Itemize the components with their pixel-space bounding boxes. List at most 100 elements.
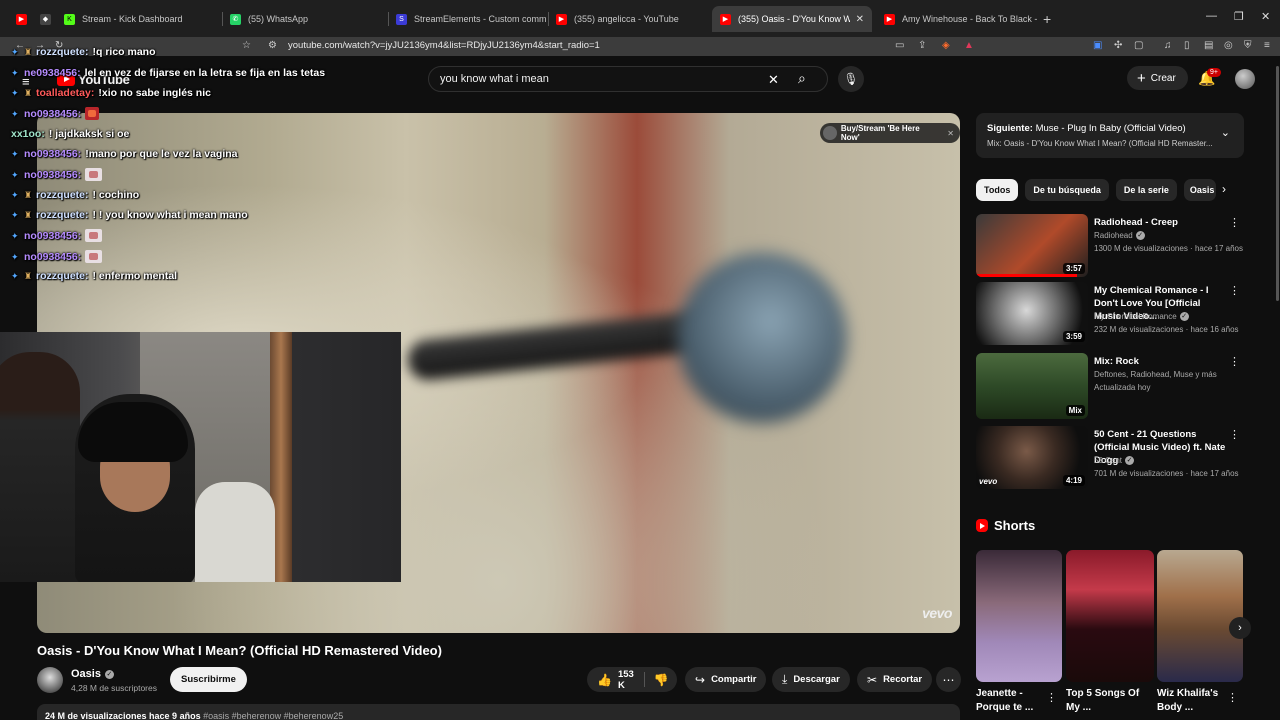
channel-name[interactable]: Oasis xyxy=(71,668,101,680)
user-avatar[interactable] xyxy=(1235,69,1255,89)
chat-username[interactable]: xx1oo: xyxy=(11,128,45,140)
chat-username[interactable]: ne0938456: xyxy=(24,67,81,79)
recommendation-thumbnail[interactable]: Mix xyxy=(976,353,1088,419)
close-overlay-icon[interactable]: ✕ xyxy=(947,129,954,138)
chat-username[interactable]: no0938456: xyxy=(24,169,81,181)
tab-whatsapp[interactable]: ✆ (55) WhatsApp xyxy=(222,6,387,32)
tab-title: Amy Winehouse - Back To Black - YouTube xyxy=(902,14,1038,24)
share-button[interactable]: ↪ Compartir xyxy=(685,667,767,692)
vpn-icon[interactable]: ◎ xyxy=(1224,40,1233,51)
chevron-right-icon[interactable]: › xyxy=(1222,182,1226,196)
brave-shield-icon[interactable]: ◈ xyxy=(942,40,950,51)
description-tags[interactable]: #oasis #beherenow #beherenow25 xyxy=(203,711,343,720)
short-thumbnail[interactable] xyxy=(976,550,1062,682)
download-button[interactable]: ⤓ Descargar xyxy=(772,667,850,692)
create-label: Crear xyxy=(1150,72,1176,84)
more-options-icon[interactable]: ⋮ xyxy=(1046,691,1057,704)
brave-rewards-icon[interactable]: ▲ xyxy=(964,40,974,51)
chat-username[interactable]: rozzquete: xyxy=(36,270,89,282)
short-title[interactable]: Wiz Khalifa's Body ... xyxy=(1157,687,1231,715)
maximize-icon[interactable]: ❐ xyxy=(1234,10,1244,23)
chip-oasis[interactable]: Oasis xyxy=(1183,179,1216,201)
pinned-tab-app[interactable]: ◆ xyxy=(32,6,56,32)
url-field[interactable]: youtube.com/watch?v=jyJU2136ym4&list=RDj… xyxy=(288,40,600,51)
clip-button[interactable]: ✂ Recortar xyxy=(857,667,933,692)
short-title[interactable]: Top 5 Songs Of My ... xyxy=(1066,687,1140,715)
chat-username[interactable]: rozzquete: xyxy=(36,189,89,201)
short-thumbnail[interactable] xyxy=(1157,550,1243,682)
description-box[interactable]: 24 M de visualizaciones hace 9 años #oas… xyxy=(37,704,960,720)
like-icon[interactable]: 👍 xyxy=(597,673,612,687)
notifications-badge: 9+ xyxy=(1207,68,1221,77)
recommendation-meta: 1300 M de visualizaciones · hace 17 años xyxy=(1094,244,1243,253)
extension-icon[interactable]: ✣ xyxy=(1114,40,1122,51)
music-icon[interactable]: ♫ xyxy=(1164,40,1172,51)
chat-emote-icon xyxy=(85,168,103,181)
menu-icon[interactable]: ≡ xyxy=(1264,40,1270,51)
tab-youtube-oasis-active[interactable]: ▶ (355) Oasis - D'You Know What I Mean ✕ xyxy=(712,6,872,32)
create-button[interactable]: + Crear xyxy=(1127,66,1188,90)
channel-avatar[interactable] xyxy=(37,667,63,693)
like-count[interactable]: 153 K xyxy=(618,669,634,691)
clear-search-icon[interactable]: ✕ xyxy=(768,72,779,88)
search-input[interactable] xyxy=(440,73,760,85)
chevron-down-icon[interactable]: ⌄ xyxy=(1221,126,1230,139)
cast-icon[interactable]: ▭ xyxy=(895,40,904,51)
chip-from-series[interactable]: De la serie xyxy=(1115,179,1177,201)
description-line: 24 M de visualizaciones hace 9 años #oas… xyxy=(45,711,343,720)
bookmark-icon[interactable]: ☆ xyxy=(242,40,251,51)
more-options-icon[interactable]: ⋮ xyxy=(1229,355,1240,368)
shield-icon[interactable]: ⛨ xyxy=(1244,40,1252,51)
dislike-icon[interactable]: 👎 xyxy=(654,673,669,687)
search-icon[interactable]: ⌕ xyxy=(798,70,806,87)
more-options-icon[interactable]: ⋮ xyxy=(1229,216,1240,229)
more-options-icon[interactable]: ⋮ xyxy=(1227,691,1238,704)
up-next-box[interactable]: Siguiente: Muse - Plug In Baby (Official… xyxy=(976,113,1244,158)
close-tab-icon[interactable]: ✕ xyxy=(850,14,864,25)
extension-icon[interactable]: ▢ xyxy=(1134,40,1143,51)
chip-all[interactable]: Todos xyxy=(976,179,1019,201)
more-options-icon[interactable]: ⋮ xyxy=(1229,284,1240,297)
recommendation-thumbnail[interactable]: vevo 4:19 xyxy=(976,426,1088,489)
tab-kick-dashboard[interactable]: K Stream - Kick Dashboard xyxy=(56,6,221,32)
sidebar-icon[interactable]: ▯ xyxy=(1184,40,1190,51)
chat-username[interactable]: no0938456: xyxy=(24,148,81,160)
short-thumbnail[interactable] xyxy=(1066,550,1154,682)
tab-youtube-angelicca[interactable]: ▶ (355) angelicca - YouTube xyxy=(548,6,708,32)
short-title[interactable]: Jeanette - Porque te ... xyxy=(976,687,1050,715)
voice-search-mic-icon[interactable]: 🎙 xyxy=(838,66,864,92)
page-scrollbar[interactable] xyxy=(1276,66,1279,301)
recommendation-item[interactable]: 3:57 Radiohead - Creep Radiohead ✓ 1300 … xyxy=(976,214,1244,278)
recommendation-item[interactable]: 3:59 My Chemical Romance - I Don't Love … xyxy=(976,282,1244,346)
chat-username[interactable]: no0938456: xyxy=(24,230,81,242)
tab-amy-winehouse[interactable]: ▶ Amy Winehouse - Back To Black - YouTub… xyxy=(876,6,1038,32)
more-actions-icon[interactable]: ⋯ xyxy=(936,667,961,692)
wallet-icon[interactable]: ▤ xyxy=(1204,40,1213,51)
tab-streamelements[interactable]: S StreamElements - Custom commands xyxy=(388,6,546,32)
subscribe-button[interactable]: Suscribirme xyxy=(170,667,247,692)
recommendation-item[interactable]: Mix Mix: Rock Deftones, Radiohead, Muse … xyxy=(976,353,1244,419)
buy-stream-overlay[interactable]: Buy/Stream 'Be Here Now' ✕ xyxy=(820,123,960,143)
channel-name-row[interactable]: Oasis ✓ xyxy=(71,668,114,680)
chat-username[interactable]: rozzquete: xyxy=(36,209,89,221)
minimize-icon[interactable]: — xyxy=(1206,10,1217,22)
search-box: ✕ ⌕ xyxy=(428,66,828,92)
chat-username[interactable]: rozzquete: xyxy=(36,46,89,58)
site-info-icon[interactable]: ⚙ xyxy=(268,40,277,51)
chat-username[interactable]: toalladetay: xyxy=(36,87,94,99)
close-window-icon[interactable]: ✕ xyxy=(1261,10,1270,23)
recommendation-thumbnail[interactable]: 3:57 xyxy=(976,214,1088,277)
recommendation-item[interactable]: vevo 4:19 50 Cent - 21 Questions (Offici… xyxy=(976,426,1244,490)
translate-extension-icon[interactable]: ▣ xyxy=(1093,40,1102,51)
new-tab-plus-icon[interactable]: + xyxy=(1043,11,1051,27)
chat-username[interactable]: no0938456: xyxy=(24,108,81,120)
verified-icon: ✓ xyxy=(1125,456,1135,465)
shorts-next-arrow-icon[interactable]: › xyxy=(1229,617,1251,639)
recommendation-thumbnail[interactable]: 3:59 xyxy=(976,282,1088,345)
share-page-icon[interactable]: ⇪ xyxy=(918,40,926,51)
more-options-icon[interactable]: ⋮ xyxy=(1229,428,1240,441)
chat-username[interactable]: no0938456: xyxy=(24,251,81,263)
recommendation-title[interactable]: Radiohead - Creep xyxy=(1094,216,1226,229)
chip-from-search[interactable]: De tu búsqueda xyxy=(1025,179,1109,201)
recommendation-title[interactable]: Mix: Rock xyxy=(1094,355,1226,368)
